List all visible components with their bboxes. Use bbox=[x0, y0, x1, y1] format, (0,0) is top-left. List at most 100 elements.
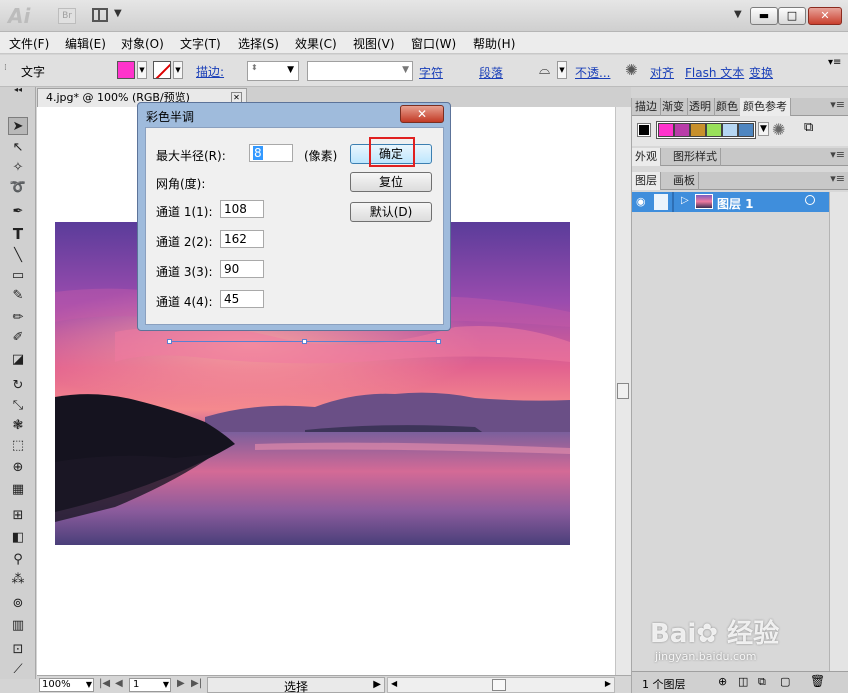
paragraph-link[interactable]: 段落 bbox=[479, 64, 503, 81]
layer-row[interactable]: ◉ ▷ 图层 1 bbox=[632, 192, 829, 212]
panel-menu-icon[interactable]: ▾≡ bbox=[828, 57, 841, 68]
guide-swatch[interactable] bbox=[706, 123, 722, 137]
slice-tool-icon[interactable]: ⟋ bbox=[8, 661, 28, 679]
new-sublayer-icon[interactable]: ⧉ bbox=[758, 675, 766, 689]
menu-help[interactable]: 帮助(H) bbox=[473, 35, 515, 52]
save-swatch-group-icon[interactable]: ⧉ bbox=[804, 120, 813, 135]
max-radius-field[interactable]: 8 bbox=[249, 144, 293, 162]
style-field[interactable]: ▼ bbox=[307, 61, 413, 81]
rectangle-tool-icon[interactable]: ▭ bbox=[8, 267, 28, 285]
warp-tool-icon[interactable]: ❃ bbox=[8, 417, 28, 435]
panel-menu-icon[interactable]: ▾≡ bbox=[830, 172, 845, 185]
scroll-left-icon[interactable]: ◀ bbox=[391, 679, 397, 688]
eyedropper-tool-icon[interactable]: ⚲ bbox=[8, 551, 28, 569]
layers-scrollbar[interactable] bbox=[829, 192, 848, 671]
guide-swatch[interactable] bbox=[690, 123, 706, 137]
chevron-down-icon[interactable]: ▼ bbox=[758, 122, 769, 136]
stroke-width-field[interactable]: ⬍ ▼ bbox=[247, 61, 299, 81]
base-color-swatch[interactable] bbox=[637, 123, 651, 137]
opacity-link[interactable]: 不透... bbox=[575, 64, 610, 81]
channel-3-field[interactable]: 90 bbox=[220, 260, 264, 278]
fill-dropdown[interactable]: ▼ bbox=[137, 61, 147, 79]
magic-wand-tool-icon[interactable]: ✧ bbox=[8, 159, 28, 177]
default-button[interactable]: 默认(D) bbox=[350, 202, 432, 222]
arrange-documents-button[interactable]: ▼ bbox=[92, 7, 126, 25]
fill-color-swatch[interactable] bbox=[117, 61, 135, 79]
pen-tool-icon[interactable]: ✒ bbox=[8, 203, 28, 221]
previous-artboard-icon[interactable]: ◀ bbox=[115, 678, 123, 689]
menu-edit[interactable]: 编辑(E) bbox=[65, 35, 106, 52]
locate-object-icon[interactable]: ⊕ bbox=[718, 675, 727, 688]
new-layer-icon[interactable]: ▢ bbox=[780, 675, 790, 688]
direct-selection-tool-icon[interactable]: ↖ bbox=[8, 139, 28, 157]
stroke-link[interactable]: 描边: bbox=[196, 63, 224, 80]
tab-color[interactable]: 颜色 bbox=[713, 98, 742, 116]
first-artboard-icon[interactable]: |◀ bbox=[99, 678, 110, 689]
horizontal-scrollbar-thumb[interactable] bbox=[492, 679, 506, 691]
type-tool-icon[interactable]: T bbox=[8, 225, 28, 243]
gradient-tool-icon[interactable]: ◧ bbox=[8, 529, 28, 547]
artboard-number-field[interactable]: 1 ▼ bbox=[129, 678, 171, 692]
minimize-button[interactable]: ▬ bbox=[750, 7, 778, 25]
tab-graphic-styles[interactable]: 图形样式 bbox=[670, 148, 721, 166]
transform-link[interactable]: 变换 bbox=[749, 64, 773, 81]
scale-tool-icon[interactable]: ⤡ bbox=[8, 397, 28, 415]
blend-tool-icon[interactable]: ⁂ bbox=[8, 571, 28, 589]
mesh-tool-icon[interactable]: ⊞ bbox=[8, 507, 28, 525]
selection-handle[interactable] bbox=[167, 339, 172, 344]
tab-transparency[interactable]: 透明 bbox=[686, 98, 715, 116]
menu-effect[interactable]: 效果(C) bbox=[295, 35, 337, 52]
lock-toggle[interactable] bbox=[654, 194, 668, 210]
lasso-tool-icon[interactable]: ➰ bbox=[8, 179, 28, 197]
reset-button[interactable]: 复位 bbox=[350, 172, 432, 192]
flash-text-link[interactable]: Flash 文本 bbox=[685, 64, 744, 81]
menu-window[interactable]: 窗口(W) bbox=[411, 35, 456, 52]
tab-stroke[interactable]: 描边 bbox=[632, 98, 661, 116]
eraser-tool-icon[interactable]: ◪ bbox=[8, 351, 28, 369]
panel-menu-icon[interactable]: ▾≡ bbox=[830, 148, 845, 161]
dialog-close-button[interactable]: ✕ bbox=[400, 105, 444, 123]
blob-brush-tool-icon[interactable]: ✐ bbox=[8, 329, 28, 347]
paintbrush-tool-icon[interactable]: ✎ bbox=[8, 287, 28, 305]
tab-artboards[interactable]: 画板 bbox=[670, 172, 699, 190]
menu-select[interactable]: 选择(S) bbox=[238, 35, 279, 52]
recolor-icon[interactable]: ✺ bbox=[772, 120, 785, 139]
last-artboard-icon[interactable]: ▶| bbox=[191, 678, 202, 689]
collapse-icon[interactable]: ◂◂ bbox=[8, 85, 28, 95]
recolor-icon[interactable]: ✺ bbox=[625, 61, 638, 79]
tab-gradient[interactable]: 渐变 bbox=[659, 98, 688, 116]
stroke-dropdown[interactable]: ▼ bbox=[173, 61, 183, 79]
workspace-dropdown[interactable]: ▼ bbox=[734, 9, 742, 20]
perspective-grid-tool-icon[interactable]: ▦ bbox=[8, 481, 28, 499]
align-link[interactable]: 对齐 bbox=[650, 64, 674, 81]
guide-swatch[interactable] bbox=[658, 123, 674, 137]
guide-swatch[interactable] bbox=[722, 123, 738, 137]
channel-4-field[interactable]: 45 bbox=[220, 290, 264, 308]
symbol-sprayer-tool-icon[interactable]: ⊚ bbox=[8, 595, 28, 613]
envelope-icon[interactable]: ⌓ bbox=[539, 62, 550, 78]
line-tool-icon[interactable]: ╲ bbox=[8, 247, 28, 265]
column-graph-tool-icon[interactable]: ▥ bbox=[8, 617, 28, 635]
rotate-tool-icon[interactable]: ↻ bbox=[8, 377, 28, 395]
free-transform-tool-icon[interactable]: ⬚ bbox=[8, 437, 28, 455]
menu-object[interactable]: 对象(O) bbox=[121, 35, 164, 52]
horizontal-scrollbar[interactable]: ◀ ▶ bbox=[387, 677, 615, 693]
selection-handle[interactable] bbox=[302, 339, 307, 344]
expand-arrow-icon[interactable]: ▷ bbox=[681, 195, 689, 206]
guide-swatch[interactable] bbox=[738, 123, 754, 137]
artboard-tool-icon[interactable]: ⊡ bbox=[8, 641, 28, 659]
menu-file[interactable]: 文件(F) bbox=[9, 35, 49, 52]
close-window-button[interactable]: ✕ bbox=[808, 7, 842, 25]
menu-type[interactable]: 文字(T) bbox=[180, 35, 221, 52]
zoom-field[interactable]: 100% ▼ bbox=[39, 678, 94, 692]
selection-tool-icon[interactable]: ➤ bbox=[8, 117, 28, 135]
maximize-button[interactable]: □ bbox=[778, 7, 806, 25]
target-icon[interactable] bbox=[805, 195, 815, 205]
selection-handle[interactable] bbox=[436, 339, 441, 344]
channel-2-field[interactable]: 162 bbox=[220, 230, 264, 248]
harmony-swatches[interactable] bbox=[656, 121, 756, 139]
trash-icon[interactable]: 🗑 bbox=[810, 674, 825, 688]
vertical-scrollbar-thumb[interactable] bbox=[617, 383, 629, 399]
pencil-tool-icon[interactable]: ✏ bbox=[8, 309, 28, 327]
layer-name[interactable]: 图层 1 bbox=[717, 195, 754, 212]
